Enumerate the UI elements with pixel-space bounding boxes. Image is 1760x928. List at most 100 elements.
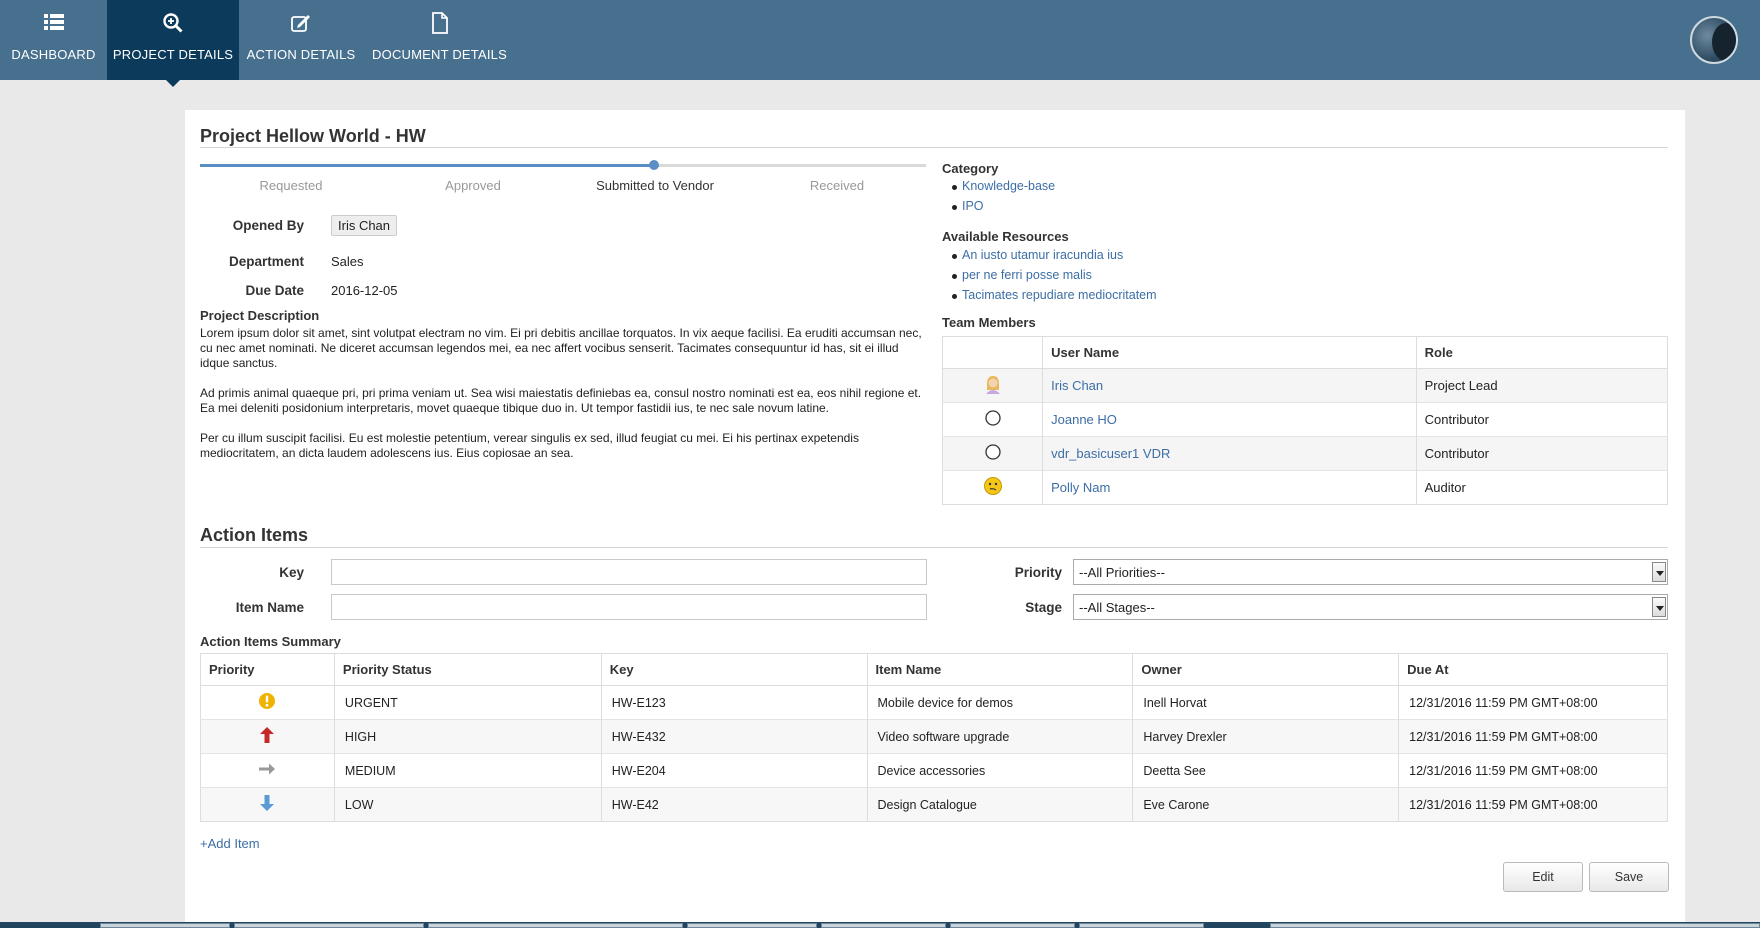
- team-member-name[interactable]: Polly Nam: [1042, 470, 1417, 505]
- arrow-up-icon: [259, 727, 275, 747]
- category-link[interactable]: Knowledge-base: [951, 179, 1055, 199]
- arrow-down-icon: [259, 795, 275, 815]
- description-heading: Project Description: [200, 308, 320, 323]
- table-row[interactable]: MEDIUM HW-E204 Device accessories Deetta…: [200, 753, 1668, 788]
- column-header[interactable]: Key: [600, 653, 868, 686]
- summary-heading: Action Items Summary: [200, 634, 341, 649]
- taskbar-item[interactable]: [1270, 923, 1760, 928]
- taskbar-item[interactable]: [821, 923, 946, 928]
- resources-list: An iusto utamur iracundia ius per ne fer…: [952, 248, 1157, 308]
- arrow-right-icon: [258, 763, 276, 779]
- user-avatar-female-icon: [984, 376, 1002, 397]
- taskbar-item[interactable]: [1079, 923, 1204, 928]
- taskbar-item[interactable]: [428, 923, 683, 928]
- save-button[interactable]: Save: [1589, 862, 1669, 892]
- priority-select[interactable]: --All Priorities--: [1073, 559, 1668, 585]
- nav-dashboard[interactable]: DASHBOARD: [0, 0, 107, 80]
- resource-link[interactable]: per ne ferri posse malis: [952, 268, 1157, 288]
- chevron-down-icon[interactable]: [1652, 562, 1666, 582]
- team-member-name[interactable]: vdr_basicuser1 VDR: [1042, 436, 1417, 471]
- chevron-down-icon[interactable]: [1652, 597, 1666, 617]
- key-cell: HW-E123: [600, 685, 868, 720]
- category-link[interactable]: IPO: [951, 199, 1055, 219]
- team-avatar-cell: [942, 470, 1043, 505]
- due-date-value: 2016-12-05: [331, 283, 398, 298]
- taskbar-item[interactable]: [950, 923, 1075, 928]
- team-members-table: User Name Role Iris Chan Project Lead Jo…: [942, 336, 1668, 505]
- nav-project-details-label: PROJECT DETAILS: [112, 47, 234, 62]
- column-header[interactable]: Priority Status: [333, 653, 602, 686]
- category-list: Knowledge-base IPO: [951, 179, 1055, 219]
- column-header: Role: [1415, 336, 1668, 369]
- title-divider: [200, 147, 1668, 148]
- nav-action-details[interactable]: ACTION DETAILS: [239, 0, 363, 80]
- table-row[interactable]: URGENT HW-E123 Mobile device for demos I…: [200, 685, 1668, 720]
- stage-selected-value: --All Stages--: [1079, 600, 1155, 615]
- search-icon: [162, 12, 184, 34]
- due-at-cell: 12/31/2016 11:59 PM GMT+08:00: [1398, 719, 1668, 754]
- owner-cell: Inell Horvat: [1132, 685, 1399, 720]
- priority-cell: [200, 685, 335, 720]
- team-member-name[interactable]: Iris Chan: [1042, 368, 1417, 403]
- column-header[interactable]: Due At: [1398, 653, 1668, 686]
- table-row[interactable]: LOW HW-E42 Design Catalogue Eve Carone 1…: [200, 787, 1668, 822]
- exclamation-circle-icon: [258, 693, 276, 713]
- priority-selected-value: --All Priorities--: [1079, 565, 1165, 580]
- key-input[interactable]: [331, 559, 927, 585]
- stage-received: Received: [809, 178, 865, 193]
- due-at-cell: 12/31/2016 11:59 PM GMT+08:00: [1398, 753, 1668, 788]
- column-header[interactable]: Item Name: [866, 653, 1133, 686]
- description-paragraph: Per cu illum suscipit facilisi. Eu est m…: [200, 431, 859, 460]
- resource-link[interactable]: An iusto utamur iracundia ius: [952, 248, 1157, 268]
- category-heading: Category: [942, 161, 999, 176]
- priority-cell: [200, 719, 335, 754]
- description-paragraph: Ad primis animal quaeque pri, pri prima …: [200, 386, 922, 415]
- item-name-cell: Mobile device for demos: [866, 685, 1133, 720]
- stage-requested: Requested: [259, 178, 323, 193]
- owner-cell: Deetta See: [1132, 753, 1399, 788]
- item-name-cell: Video software upgrade: [866, 719, 1133, 754]
- item-name-input[interactable]: [331, 594, 927, 620]
- list-icon: [43, 12, 65, 34]
- priority-cell: [200, 753, 335, 788]
- action-items-heading: Action Items: [200, 525, 309, 545]
- taskbar-item[interactable]: [687, 923, 817, 928]
- key-label: Key: [279, 565, 304, 580]
- stage-select[interactable]: --All Stages--: [1073, 594, 1668, 620]
- smiley-avatar-icon: [983, 477, 1003, 499]
- column-header[interactable]: Owner: [1132, 653, 1399, 686]
- taskbar-item[interactable]: [234, 923, 424, 928]
- add-item-link[interactable]: +Add Item: [200, 836, 260, 851]
- nav-project-details[interactable]: PROJECT DETAILS: [107, 0, 239, 87]
- key-cell: HW-E204: [600, 753, 868, 788]
- nav-action-details-label: ACTION DETAILS: [246, 47, 356, 62]
- column-header[interactable]: Priority: [200, 653, 335, 686]
- nav-document-details-label: DOCUMENT DETAILS: [372, 47, 507, 62]
- table-row: vdr_basicuser1 VDR Contributor: [942, 436, 1668, 471]
- due-date-label: Due Date: [245, 283, 304, 298]
- owner-cell: Harvey Drexler: [1132, 719, 1399, 754]
- stage-submitted-to-vendor: Submitted to Vendor: [596, 178, 714, 193]
- resource-link[interactable]: Tacimates repudiare mediocritatem: [952, 288, 1157, 308]
- priority-status-cell: HIGH: [333, 719, 602, 754]
- team-member-name[interactable]: Joanne HO: [1042, 402, 1417, 437]
- taskbar-item[interactable]: [100, 923, 230, 928]
- progress-fill: [200, 164, 654, 167]
- team-avatar-cell: [942, 368, 1043, 403]
- item-name-cell: Design Catalogue: [866, 787, 1133, 822]
- owner-cell: Eve Carone: [1132, 787, 1399, 822]
- empty-avatar-icon: [984, 444, 1002, 464]
- priority-status-cell: LOW: [333, 787, 602, 822]
- column-header: [942, 336, 1043, 369]
- key-cell: HW-E432: [600, 719, 868, 754]
- nav-dashboard-label: DASHBOARD: [11, 47, 96, 62]
- priority-label: Priority: [1014, 565, 1062, 580]
- description-paragraph: Lorem ipsum dolor sit amet, sint volutpa…: [200, 326, 922, 370]
- user-avatar-icon[interactable]: [1690, 16, 1738, 64]
- stage-label: Stage: [1025, 600, 1062, 615]
- action-items-table: Priority Priority Status Key Item Name O…: [200, 653, 1668, 822]
- nav-document-details[interactable]: DOCUMENT DETAILS: [363, 0, 516, 80]
- edit-button[interactable]: Edit: [1503, 862, 1583, 892]
- table-row[interactable]: HIGH HW-E432 Video software upgrade Harv…: [200, 719, 1668, 754]
- table-header-row: User Name Role: [942, 336, 1668, 369]
